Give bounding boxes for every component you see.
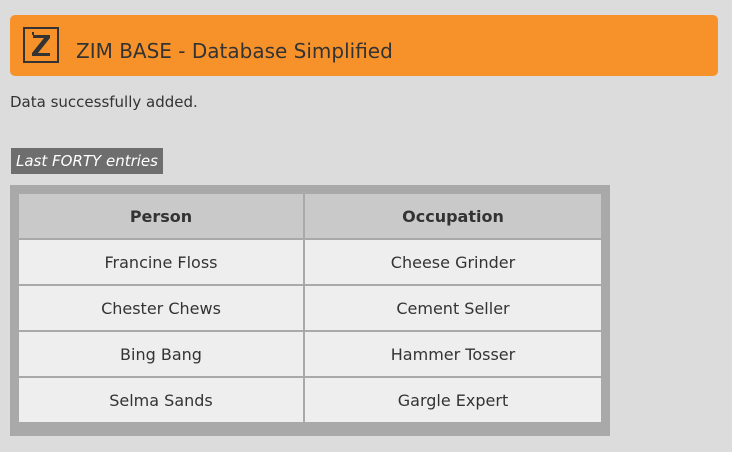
table-row: Selma Sands Gargle Expert <box>19 376 601 424</box>
cell-occupation: Hammer Tosser <box>303 330 601 378</box>
cell-person: Bing Bang <box>19 330 305 378</box>
cell-occupation: Cement Seller <box>303 284 601 332</box>
table-row: Francine Floss Cheese Grinder <box>19 238 601 286</box>
cell-occupation: Cheese Grinder <box>303 238 601 286</box>
table-header-row: Person Occupation <box>19 194 601 240</box>
table-row: Bing Bang Hammer Tosser <box>19 330 601 378</box>
status-message: Data successfully added. <box>10 93 198 111</box>
zim-logo-icon <box>23 27 59 63</box>
cell-person: Francine Floss <box>19 238 305 286</box>
section-heading: Last FORTY entries <box>11 148 163 174</box>
app-header-banner: ZIM BASE - Database Simplified <box>10 15 718 76</box>
column-header-person: Person <box>19 194 305 240</box>
app-title: ZIM BASE - Database Simplified <box>76 39 393 63</box>
cell-person: Selma Sands <box>19 376 305 424</box>
table-row: Chester Chews Cement Seller <box>19 284 601 332</box>
entries-table-frame: Person Occupation Francine Floss Cheese … <box>10 185 610 436</box>
cell-person: Chester Chews <box>19 284 305 332</box>
entries-table: Person Occupation Francine Floss Cheese … <box>19 194 601 424</box>
cell-occupation: Gargle Expert <box>303 376 601 424</box>
column-header-occupation: Occupation <box>303 194 601 240</box>
